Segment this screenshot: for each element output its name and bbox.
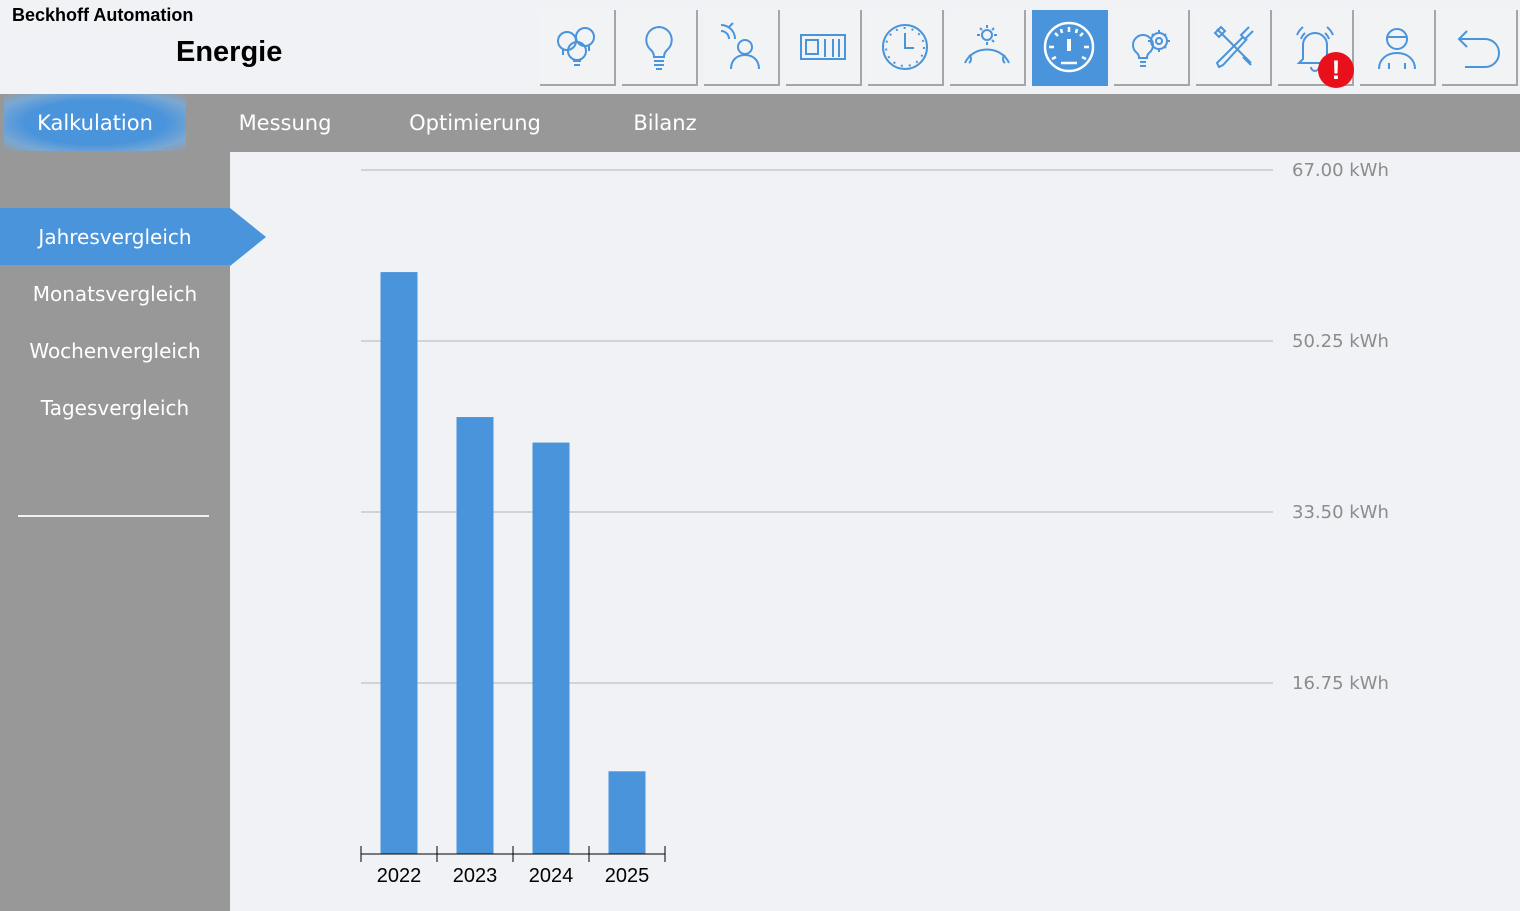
y-tick-label: 33.50 kWh (1292, 502, 1389, 523)
weather-button[interactable] (950, 10, 1026, 86)
user-button[interactable] (1360, 10, 1436, 86)
bar-2024[interactable] (532, 442, 570, 854)
x-tick-label: 2023 (453, 865, 498, 887)
y-tick-label: 50.25 kWh (1292, 331, 1389, 352)
sidebar-item-monatsvergleich[interactable]: Monatsvergleich (0, 265, 230, 322)
blinds-icon (800, 34, 846, 60)
alarm-button[interactable]: ! (1278, 10, 1354, 88)
sidebar-divider (18, 515, 209, 517)
sidebar-item-tagesvergleich[interactable]: Tagesvergleich (0, 379, 230, 436)
x-tick-label: 2022 (377, 865, 422, 887)
toolbar: ! (540, 10, 1520, 88)
bar-2022[interactable] (380, 272, 418, 854)
energy-bar-chart: 16.75 kWh 33.50 kWh 50.25 kWh 67.00 kWh 2022… (230, 152, 1520, 911)
energy-gauge-icon (1043, 21, 1095, 73)
y-tick-label: 16.75 kWh (1292, 673, 1389, 694)
service-tools-icon (1213, 25, 1254, 69)
bar-2025[interactable] (608, 771, 646, 854)
weather-icon (964, 25, 1010, 64)
brand-name: Beckhoff Automation (12, 5, 194, 25)
page-title: Energie (176, 36, 283, 68)
y-tick-label: 67.00 kWh (1292, 160, 1389, 181)
sidebar: Jahresvergleich Monatsvergleich Wochenve… (0, 152, 266, 911)
energy-button[interactable] (1032, 10, 1108, 86)
presence-sensor-button[interactable] (704, 10, 780, 86)
lightbulb-icon (645, 25, 673, 70)
sidebar-item-wochenvergleich[interactable]: Wochenvergleich (0, 322, 230, 379)
chart-canvas: 16.75 kWh 33.50 kWh 50.25 kWh 67.00 kWh 2022… (360, 160, 1389, 887)
x-tick-label: 2025 (605, 865, 650, 887)
bar-2023[interactable] (456, 417, 494, 854)
tab-bar: Kalkulation Messung Optimierung Bilanz (0, 94, 1520, 152)
tab-kalkulation[interactable]: Kalkulation (4, 94, 186, 151)
clock-button[interactable] (868, 10, 944, 86)
back-icon (1457, 30, 1500, 68)
presence-sensor-icon (720, 22, 760, 70)
clock-icon (882, 24, 928, 70)
lights-group-icon (557, 27, 595, 66)
sidebar-item-jahresvergleich[interactable]: Jahresvergleich (0, 208, 230, 265)
tab-optimierung[interactable]: Optimierung (384, 94, 566, 151)
x-tick-label: 2024 (529, 865, 574, 887)
alarm-badge: ! (1318, 52, 1354, 88)
blinds-button[interactable] (786, 10, 862, 86)
tab-messung[interactable]: Messung (196, 94, 374, 151)
back-button[interactable] (1442, 10, 1518, 86)
scene-settings-icon (1132, 30, 1170, 67)
tab-bilanz[interactable]: Bilanz (576, 94, 754, 151)
lights-group-button[interactable] (540, 10, 616, 86)
user-icon (1378, 28, 1416, 70)
lightbulb-button[interactable] (622, 10, 698, 86)
service-tools-button[interactable] (1196, 10, 1272, 86)
scene-settings-button[interactable] (1114, 10, 1190, 86)
